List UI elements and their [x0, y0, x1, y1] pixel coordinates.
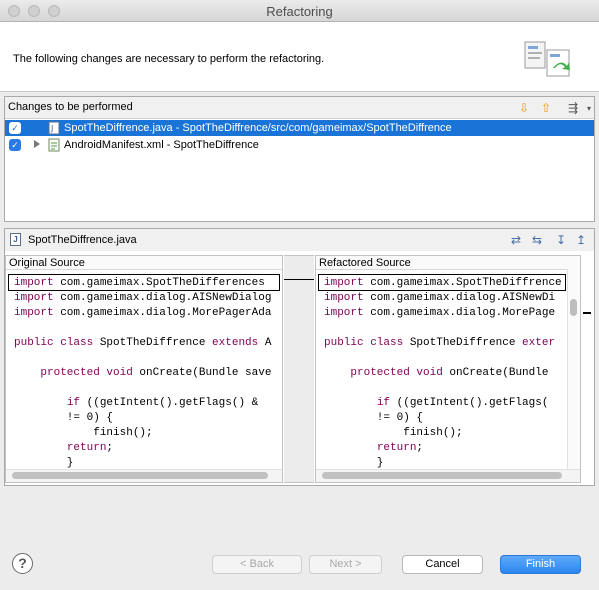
window-title: Refactoring: [266, 4, 333, 19]
compare-panel: J SpotTheDiffrence.java ⇄ ⇆ ↧ ↥ Original…: [4, 228, 595, 486]
diff-overview-marker: [583, 312, 591, 314]
changed-region-box: [8, 274, 280, 291]
change-checkbox[interactable]: ✓: [9, 122, 21, 134]
java-file-icon: J: [10, 233, 21, 246]
back-button[interactable]: < Back: [212, 555, 302, 574]
code-line: import com.gameimax.dialog.AISNewDi: [324, 292, 556, 304]
refactored-code[interactable]: import com.gameimax.SpotTheDiffrence impo…: [316, 271, 580, 469]
code-line: import com.gameimax.dialog.MorePage: [324, 307, 556, 319]
code-line: }: [324, 457, 384, 469]
change-item-label: AndroidManifest.xml - SpotTheDiffrence: [64, 139, 259, 151]
finish-button[interactable]: Finish: [500, 555, 581, 574]
svg-text:J: J: [50, 124, 53, 133]
code-line: public class SpotTheDiffrence extends A: [14, 337, 272, 349]
help-button[interactable]: ?: [12, 553, 33, 574]
changes-title: Changes to be performed: [8, 101, 133, 113]
cancel-button[interactable]: Cancel: [402, 555, 483, 574]
next-difference-icon[interactable]: ↧: [553, 232, 569, 248]
code-line: finish();: [14, 427, 153, 439]
filter-changes-icon[interactable]: ⇶: [565, 100, 581, 116]
horizontal-scrollbar[interactable]: [316, 469, 580, 482]
copy-left-icon[interactable]: ⇄: [508, 232, 524, 248]
code-line: if ((getIntent().getFlags() &: [66, 397, 259, 409]
diff-connector: [284, 279, 314, 280]
previous-change-icon[interactable]: ⇧: [538, 100, 554, 116]
compare-header: J SpotTheDiffrence.java ⇄ ⇆ ↧ ↥: [5, 229, 594, 251]
refactored-source-label: Refactored Source: [316, 256, 580, 270]
code-line: != 0) {: [14, 412, 114, 424]
code-line: if ((getIntent().getFlags(: [376, 397, 549, 409]
change-item-manifest[interactable]: ✓ AndroidManifest.xml - SpotTheDiffrence: [5, 137, 594, 153]
previous-difference-icon[interactable]: ↥: [573, 232, 589, 248]
code-line: import com.gameimax.dialog.AISNewDialog: [14, 292, 272, 304]
change-checkbox[interactable]: ✓: [9, 139, 21, 151]
code-line: }: [14, 457, 74, 469]
scroll-thumb[interactable]: [322, 472, 562, 479]
changes-panel: Changes to be performed ⇩ ⇧ ⇶ ▾ ✓ J Spot…: [4, 96, 595, 222]
code-line: return;: [66, 442, 114, 454]
refactoring-dialog: Refactoring The following changes are ne…: [0, 0, 599, 590]
refactored-source-pane[interactable]: Refactored Source import com.gameimax.Sp…: [315, 255, 581, 483]
next-change-icon[interactable]: ⇩: [516, 100, 532, 116]
refactor-wizard-icon: [524, 41, 570, 77]
changed-region-box: [318, 274, 566, 291]
wizard-header: The following changes are necessary to p…: [0, 22, 599, 92]
compare-title: SpotTheDiffrence.java: [28, 234, 137, 246]
scroll-thumb[interactable]: [12, 472, 268, 479]
change-item-java[interactable]: ✓ J SpotTheDiffrence.java - SpotTheDiffr…: [5, 120, 594, 136]
expand-triangle-icon[interactable]: [34, 140, 40, 148]
horizontal-scrollbar[interactable]: [6, 469, 282, 482]
chevron-down-icon[interactable]: ▾: [581, 100, 597, 116]
copy-all-icon[interactable]: ⇆: [529, 232, 545, 248]
header-message: The following changes are necessary to p…: [13, 53, 325, 65]
next-button[interactable]: Next >: [309, 555, 382, 574]
diff-gutter: [284, 255, 314, 483]
changes-header: Changes to be performed ⇩ ⇧ ⇶ ▾: [5, 97, 594, 119]
code-line: public class SpotTheDiffrence exter: [324, 337, 556, 349]
code-line: finish();: [324, 427, 463, 439]
title-bar: Refactoring: [0, 0, 599, 22]
java-file-change-icon: J: [48, 121, 60, 135]
code-line: != 0) {: [324, 412, 424, 424]
original-source-pane[interactable]: Original Source import com.gameimax.Spot…: [5, 255, 283, 483]
original-source-label: Original Source: [6, 256, 282, 270]
code-line: import com.gameimax.dialog.MorePagerAda: [14, 307, 272, 319]
code-line: return;: [376, 442, 424, 454]
code-line: protected void onCreate(Bundle: [350, 367, 549, 379]
change-item-label: SpotTheDiffrence.java - SpotTheDiffrence…: [64, 122, 452, 134]
xml-file-change-icon: [48, 138, 60, 152]
vertical-scroll-thumb[interactable]: [570, 299, 577, 316]
original-code[interactable]: import com.gameimax.SpotTheDifferences im…: [6, 271, 282, 469]
code-line: protected void onCreate(Bundle save: [40, 367, 272, 379]
